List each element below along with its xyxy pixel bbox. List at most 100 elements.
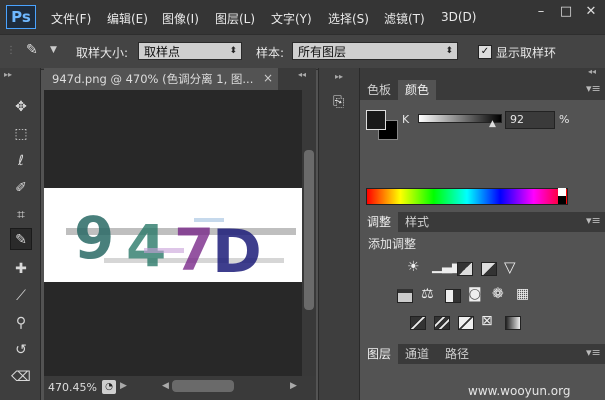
crop-tool-icon[interactable]: ⌗ xyxy=(10,204,32,226)
clone-stamp-tool-icon[interactable]: ⚲ xyxy=(10,312,32,334)
panel-menu-icon[interactable]: ▾≡ xyxy=(586,346,601,359)
spectrum-white-swatch[interactable] xyxy=(558,188,566,196)
channel-mixer-icon[interactable]: ❁ xyxy=(492,286,504,302)
history-panel-icon[interactable]: ⎘ xyxy=(333,94,344,110)
eyedropper-tool-icon[interactable]: ✎ xyxy=(10,228,32,250)
exposure-icon[interactable] xyxy=(481,262,497,276)
tab-paths[interactable]: 路径 xyxy=(438,344,476,364)
svg-text:D: D xyxy=(212,217,262,282)
collapse-arrows-icon[interactable]: ◂◂ xyxy=(298,70,306,79)
close-tab-icon[interactable]: × xyxy=(263,71,273,85)
status-arrow-icon[interactable]: ▶ xyxy=(120,381,127,391)
color-spectrum-bar[interactable] xyxy=(366,188,568,205)
collapse-arrows-icon[interactable]: ▸▸ xyxy=(335,72,343,81)
tab-swatches[interactable]: 色板 xyxy=(360,80,398,100)
svg-text:4: 4 xyxy=(126,212,166,280)
chevron-updown-icon: ⬍ xyxy=(229,46,237,56)
options-bar: ⋮ ✎ ▼ 取样大小: 取样点 ⬍ 样本: 所有图层 ⬍ ✓ 显示取样环 xyxy=(0,34,605,70)
captcha-graphic: 9 4 7 D xyxy=(66,204,296,282)
menu-file[interactable]: 文件(F) xyxy=(51,10,91,27)
brush-tool-icon[interactable]: ⟋ xyxy=(10,285,32,307)
invert-icon[interactable] xyxy=(410,316,426,330)
sample-size-dropdown[interactable]: 取样点 ⬍ xyxy=(138,42,242,60)
k-slider-handle-icon[interactable]: ▲ xyxy=(489,119,496,129)
photo-filter-icon[interactable]: ◙ xyxy=(468,286,482,302)
menu-image[interactable]: 图像(I) xyxy=(162,10,199,27)
lasso-tool-icon[interactable]: ℓ xyxy=(10,150,32,172)
photoshop-logo: Ps xyxy=(6,5,36,29)
posterize-icon[interactable] xyxy=(434,316,450,330)
status-info-icon[interactable]: ◔ xyxy=(102,380,116,394)
sample-size-label: 取样大小: xyxy=(76,46,129,60)
sample-size-value: 取样点 xyxy=(144,45,181,59)
horizontal-scroll-thumb[interactable] xyxy=(172,380,234,392)
black-white-icon[interactable] xyxy=(445,289,461,303)
show-sampling-ring-checkbox[interactable]: ✓ xyxy=(478,45,492,59)
percent-unit: % xyxy=(559,113,570,126)
menu-layer[interactable]: 图层(L) xyxy=(215,10,255,27)
color-panel-tabs: 色板 颜色 ▾≡ xyxy=(360,80,605,100)
k-value-input[interactable]: 92 xyxy=(505,111,555,129)
color-lookup-icon[interactable]: ▦ xyxy=(516,286,529,302)
color-balance-icon[interactable]: ⚖ xyxy=(421,286,434,302)
document-title: 947d.png @ 470% (色调分离 1, 图... xyxy=(52,72,254,86)
document-tab[interactable]: 947d.png @ 470% (色调分离 1, 图... xyxy=(44,68,278,90)
quick-select-tool-icon[interactable]: ✐ xyxy=(10,177,32,199)
sample-label: 样本: xyxy=(256,46,285,60)
tab-adjustments[interactable]: 调整 xyxy=(360,212,399,232)
scroll-right-icon[interactable]: ▶ xyxy=(290,381,297,391)
tab-layers[interactable]: 图层 xyxy=(360,344,399,364)
adjustments-panel-tabs: 调整 样式 ▾≡ xyxy=(360,212,605,232)
curves-icon[interactable] xyxy=(457,262,473,276)
grip-icon: ⋮ xyxy=(6,45,16,56)
eraser-tool-icon[interactable]: ⌫ xyxy=(10,366,32,388)
tool-preset-arrow-icon[interactable]: ▼ xyxy=(50,45,57,55)
sample-layers-value: 所有图层 xyxy=(298,45,347,59)
chevron-updown-icon: ⬍ xyxy=(445,46,453,56)
add-adjustment-label: 添加调整 xyxy=(368,237,417,251)
menu-type[interactable]: 文字(Y) xyxy=(271,10,312,27)
menu-bar: Ps 文件(F) 编辑(E) 图像(I) 图层(L) 文字(Y) 选择(S) 滤… xyxy=(0,0,605,34)
vertical-scroll-thumb[interactable] xyxy=(304,150,314,310)
close-window-button[interactable]: ✕ xyxy=(580,3,602,21)
marquee-tool-icon[interactable]: ⬚ xyxy=(10,123,32,145)
layers-panel-tabs: 图层 通道 路径 ▾≡ xyxy=(360,344,605,364)
menu-edit[interactable]: 编辑(E) xyxy=(107,10,148,27)
menu-filter[interactable]: 滤镜(T) xyxy=(384,10,425,27)
panel-menu-icon[interactable]: ▾≡ xyxy=(586,214,601,227)
color-panel: 色板 颜色 ▾≡ K ▲ 92 % xyxy=(360,80,605,208)
channel-label: K xyxy=(402,113,410,126)
collapse-arrows-icon[interactable]: ◂◂ xyxy=(588,67,596,76)
adjustments-panel: 调整 样式 ▾≡ 添加调整 ☀ ▁▃▅ ▽ ⚖ ◙ ❁ ▦ ⊠ xyxy=(360,212,605,340)
menu-3d[interactable]: 3D(D) xyxy=(441,10,476,24)
threshold-icon[interactable] xyxy=(458,316,474,330)
watermark-text: www.wooyun.org xyxy=(468,384,571,398)
scroll-left-icon[interactable]: ◀ xyxy=(162,381,169,391)
foreground-color-swatch[interactable] xyxy=(366,110,386,130)
tools-panel: ▸▸ ✥ ⬚ ℓ ✐ ⌗ ✎ ✚ ⟋ ⚲ ↺ ⌫ xyxy=(0,68,41,400)
collapse-arrows-icon[interactable]: ▸▸ xyxy=(4,70,12,79)
vibrance-icon[interactable]: ▽ xyxy=(504,258,516,276)
move-tool-icon[interactable]: ✥ xyxy=(10,96,32,118)
svg-text:9: 9 xyxy=(74,204,114,272)
eyedropper-icon[interactable]: ✎ xyxy=(26,42,38,58)
tab-color[interactable]: 颜色 xyxy=(398,80,437,100)
mini-panel-strip: ▸▸ ⎘ xyxy=(318,68,360,400)
sample-layers-dropdown[interactable]: 所有图层 ⬍ xyxy=(292,42,458,60)
panel-menu-icon[interactable]: ▾≡ xyxy=(586,82,601,95)
healing-brush-tool-icon[interactable]: ✚ xyxy=(10,258,32,280)
captcha-image[interactable]: 9 4 7 D xyxy=(44,188,302,282)
brightness-contrast-icon[interactable]: ☀ xyxy=(407,259,420,275)
hue-saturation-icon[interactable] xyxy=(397,289,413,303)
spectrum-black-swatch[interactable] xyxy=(558,196,566,204)
show-sampling-ring-label: 显示取样环 xyxy=(496,46,557,60)
history-brush-tool-icon[interactable]: ↺ xyxy=(10,339,32,361)
tab-styles[interactable]: 样式 xyxy=(398,212,436,232)
selective-color-icon[interactable]: ⊠ xyxy=(481,313,493,329)
maximize-button[interactable]: □ xyxy=(555,3,577,21)
menu-select[interactable]: 选择(S) xyxy=(328,10,369,27)
minimize-button[interactable]: – xyxy=(530,3,552,21)
zoom-level[interactable]: 470.45% xyxy=(48,381,97,394)
tab-channels[interactable]: 通道 xyxy=(398,344,436,364)
gradient-map-icon[interactable] xyxy=(505,316,521,330)
